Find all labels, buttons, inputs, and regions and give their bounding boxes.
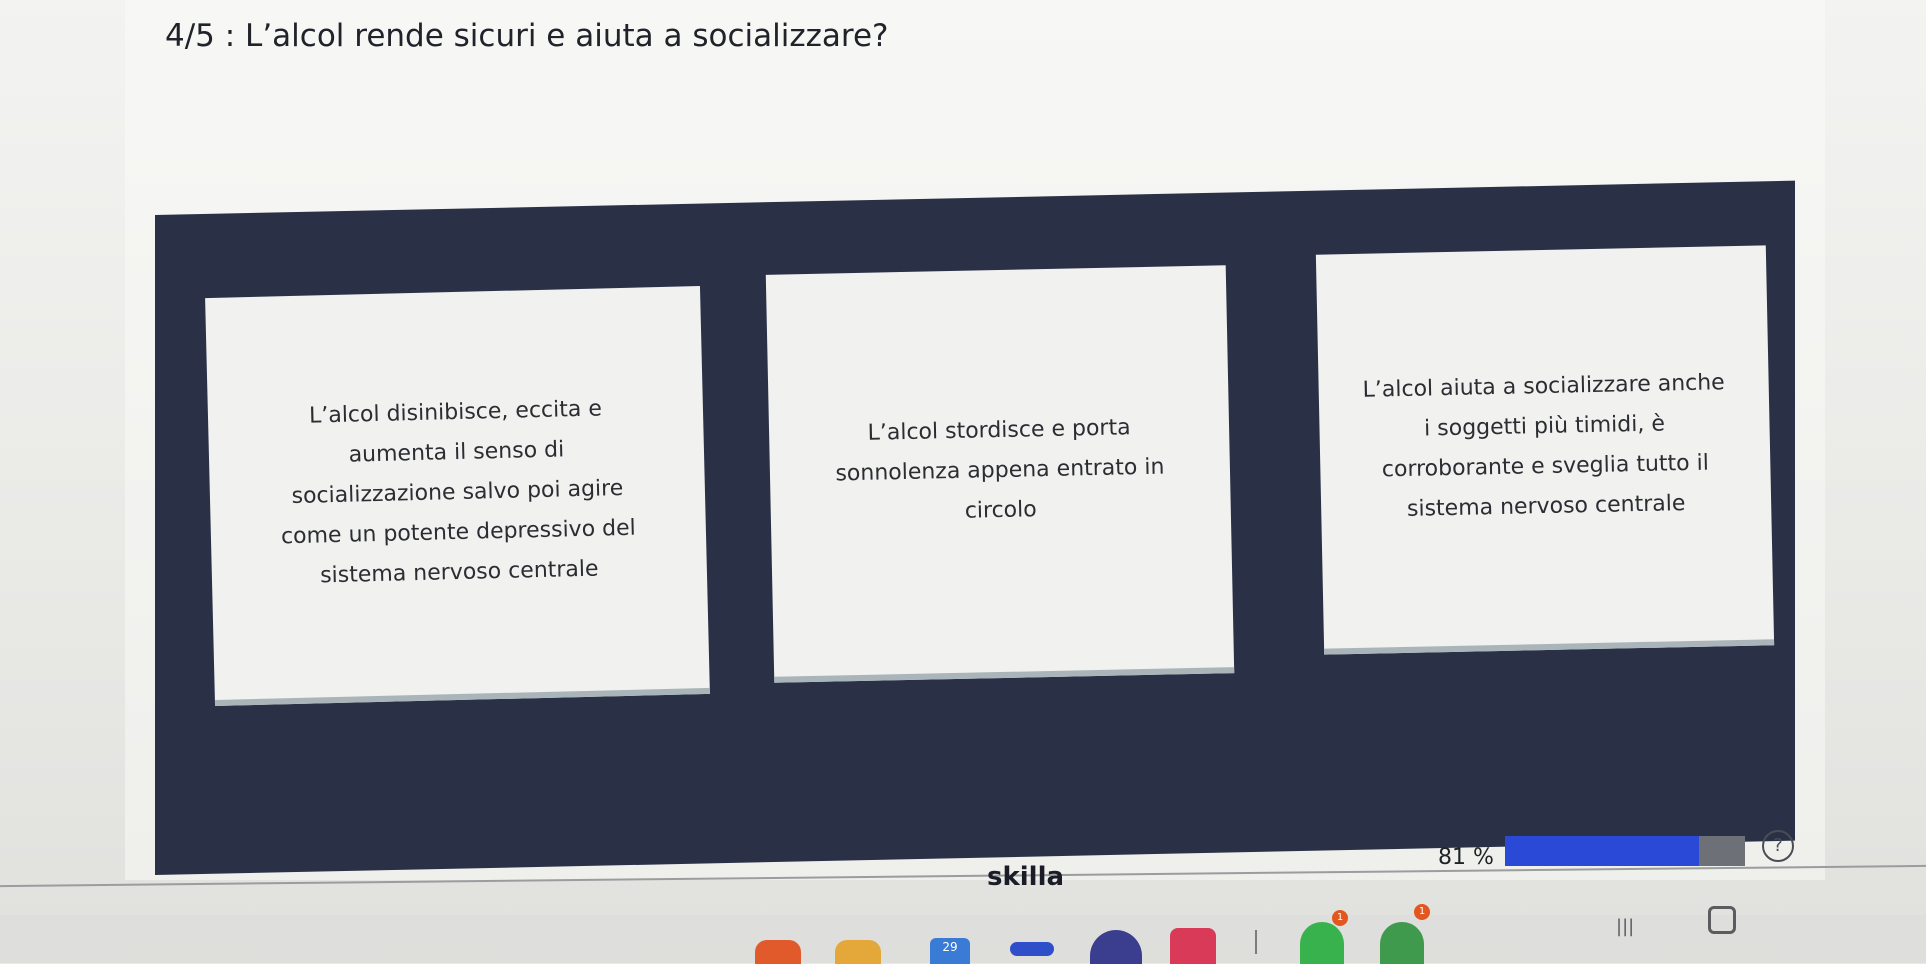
answer-option-3[interactable]: L’alcol aiuta a socializzare anche i sog…: [1315, 245, 1775, 655]
taskbar-whatsapp-icon[interactable]: [1300, 922, 1344, 964]
taskbar-app-blue-icon[interactable]: [1010, 942, 1054, 956]
recents-icon[interactable]: |||: [1616, 918, 1634, 936]
taskbar-google-icon[interactable]: [1380, 922, 1424, 964]
brand-logo: skilla: [987, 862, 1065, 892]
home-icon[interactable]: [1708, 906, 1736, 934]
whatsapp-badge: 1: [1332, 910, 1348, 926]
answer-option-2[interactable]: L’alcol stordisce e porta sonnolenza app…: [765, 265, 1235, 683]
taskbar-calendar-icon[interactable]: 29: [930, 938, 970, 964]
progress-bar-fill: [1505, 836, 1700, 866]
taskbar-divider: [1255, 930, 1257, 954]
progress-percent: 81 %: [1438, 845, 1494, 870]
answer-option-1[interactable]: L’alcol disinibisce, eccita e aumenta il…: [205, 286, 710, 706]
taskbar-camera-icon[interactable]: [1170, 928, 1216, 964]
answer-option-3-text: L’alcol aiuta a socializzare anche i sog…: [1362, 370, 1725, 522]
taskbar-app-yellow-icon[interactable]: [835, 940, 881, 964]
progress-bar: [1505, 836, 1745, 866]
google-badge: 1: [1414, 904, 1430, 920]
taskbar-app-orange-icon[interactable]: [755, 940, 801, 964]
question-title: 4/5 : L’alcol rende sicuri e aiuta a soc…: [165, 18, 889, 54]
help-icon[interactable]: ?: [1762, 830, 1794, 862]
answer-option-2-text: L’alcol stordisce e porta sonnolenza app…: [835, 415, 1165, 524]
answer-option-1-text: L’alcol disinibisce, eccita e aumenta il…: [280, 396, 637, 589]
